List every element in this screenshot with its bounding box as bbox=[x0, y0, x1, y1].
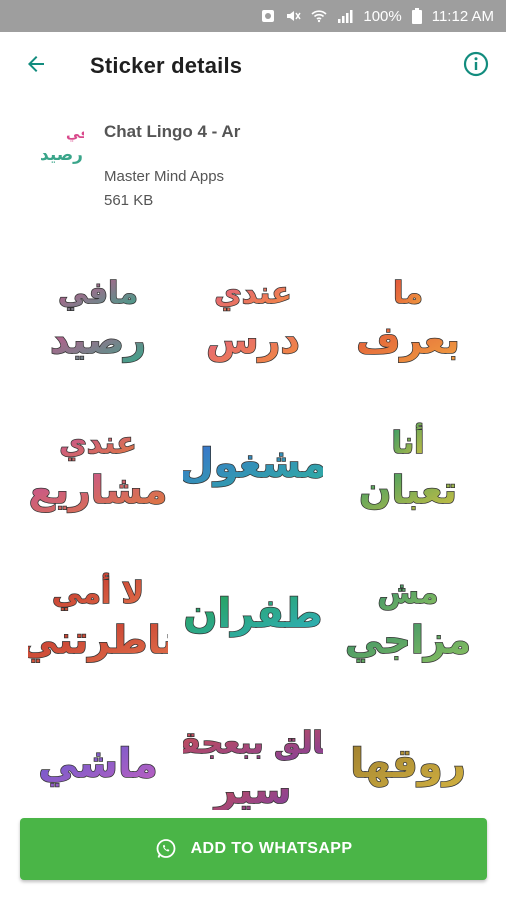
sticker-item[interactable]: مافي رصيد bbox=[20, 240, 175, 390]
sticker-item[interactable]: عندي مشاريع bbox=[20, 390, 175, 540]
pack-publisher: Master Mind Apps bbox=[104, 168, 225, 185]
mute-icon bbox=[285, 8, 301, 24]
sticker-text: ماشي bbox=[38, 741, 158, 787]
sticker-item[interactable]: ماشي bbox=[20, 690, 175, 810]
sticker-text: درس bbox=[206, 318, 300, 362]
add-to-whatsapp-button[interactable]: ADD TO WHATSAPP bbox=[20, 818, 487, 880]
pack-header: مافي رصيد Chat Lingo 4 - Ar Master Mind … bbox=[0, 102, 506, 222]
sticker-image: مافي رصيد bbox=[49, 275, 147, 363]
sticker-image: ماشي bbox=[37, 740, 158, 788]
notification-icon bbox=[261, 9, 275, 23]
sticker-text: مزاجي bbox=[344, 618, 470, 662]
sticker-text: لا أمي bbox=[52, 573, 144, 611]
sticker-item[interactable]: عندي درس bbox=[175, 240, 330, 390]
sticker-image: مشغول bbox=[183, 440, 323, 488]
pack-name: Chat Lingo 4 - Ar bbox=[104, 122, 241, 141]
sticker-image: أنا تعبان bbox=[358, 422, 457, 513]
app-bar: Sticker details bbox=[0, 32, 506, 102]
sticker-image: عندي مشاريع bbox=[28, 425, 168, 513]
arrow-back-icon bbox=[28, 56, 44, 72]
sticker-text: طفران bbox=[183, 591, 322, 637]
sticker-item[interactable]: لا أمي ناطرتني bbox=[20, 540, 175, 690]
add-button-label: ADD TO WHATSAPP bbox=[190, 840, 353, 857]
sticker-text: ناطرتني bbox=[28, 618, 168, 662]
whatsapp-icon bbox=[156, 839, 175, 858]
sticker-image: مش مزاجي bbox=[344, 575, 472, 663]
info-button[interactable] bbox=[458, 46, 494, 82]
sticker-item[interactable]: ما بعرف bbox=[330, 240, 485, 390]
svg-text:رصيد: رصيد bbox=[40, 145, 83, 165]
pack-size: 561 KB bbox=[104, 192, 154, 209]
sticker-image: روقها bbox=[349, 740, 466, 788]
back-button[interactable] bbox=[16, 44, 56, 84]
sticker-text: عندي bbox=[59, 426, 137, 461]
sticker-image: لا أمي ناطرتني bbox=[28, 572, 168, 663]
clock: 11:12 AM bbox=[431, 7, 494, 25]
sticker-item[interactable]: طفران bbox=[175, 540, 330, 690]
battery-percent: 100% bbox=[363, 7, 402, 25]
sticker-text: عندي bbox=[214, 276, 292, 311]
sticker-text: مش bbox=[377, 576, 438, 611]
battery-icon bbox=[411, 8, 422, 24]
sticker-text: روقها bbox=[350, 741, 466, 787]
sticker-text: مافي bbox=[58, 276, 138, 311]
sticker-text: بعرف bbox=[356, 318, 460, 362]
signal-icon bbox=[337, 9, 353, 23]
sticker-item[interactable]: روقها bbox=[330, 690, 485, 810]
sticker-item[interactable]: عالق ببعجقة سير bbox=[175, 690, 330, 810]
sticker-text: عالق ببعجقة bbox=[183, 726, 323, 761]
sticker-item[interactable]: مشغول bbox=[175, 390, 330, 540]
sticker-item[interactable]: مش مزاجي bbox=[330, 540, 485, 690]
sticker-item[interactable]: أنا تعبان bbox=[330, 390, 485, 540]
svg-text:مافي: مافي bbox=[66, 126, 84, 142]
sticker-text: تعبان bbox=[359, 468, 457, 512]
wifi-icon bbox=[311, 9, 327, 23]
sticker-text: سير bbox=[212, 768, 291, 810]
sticker-grid: مافي رصيد عندي درس ما بعرف عندي مشاريع مشغول أنا ت… bbox=[20, 240, 486, 810]
sticker-image: طفران bbox=[183, 590, 323, 638]
status-bar: 100% 11:12 AM bbox=[0, 0, 506, 32]
sticker-image: ما بعرف bbox=[355, 275, 460, 363]
info-icon bbox=[463, 51, 489, 77]
sticker-text: مشاريع bbox=[28, 468, 167, 512]
sticker-image: عالق ببعجقة سير bbox=[183, 725, 323, 810]
sticker-text: مشغول bbox=[183, 441, 323, 487]
sticker-text: رصيد bbox=[49, 318, 145, 362]
page-title: Sticker details bbox=[90, 53, 243, 78]
sticker-text: أنا bbox=[391, 423, 424, 461]
sticker-image: عندي درس bbox=[205, 275, 300, 363]
pack-tray-icon: مافي رصيد bbox=[38, 118, 103, 168]
sticker-text: ما bbox=[393, 276, 423, 311]
